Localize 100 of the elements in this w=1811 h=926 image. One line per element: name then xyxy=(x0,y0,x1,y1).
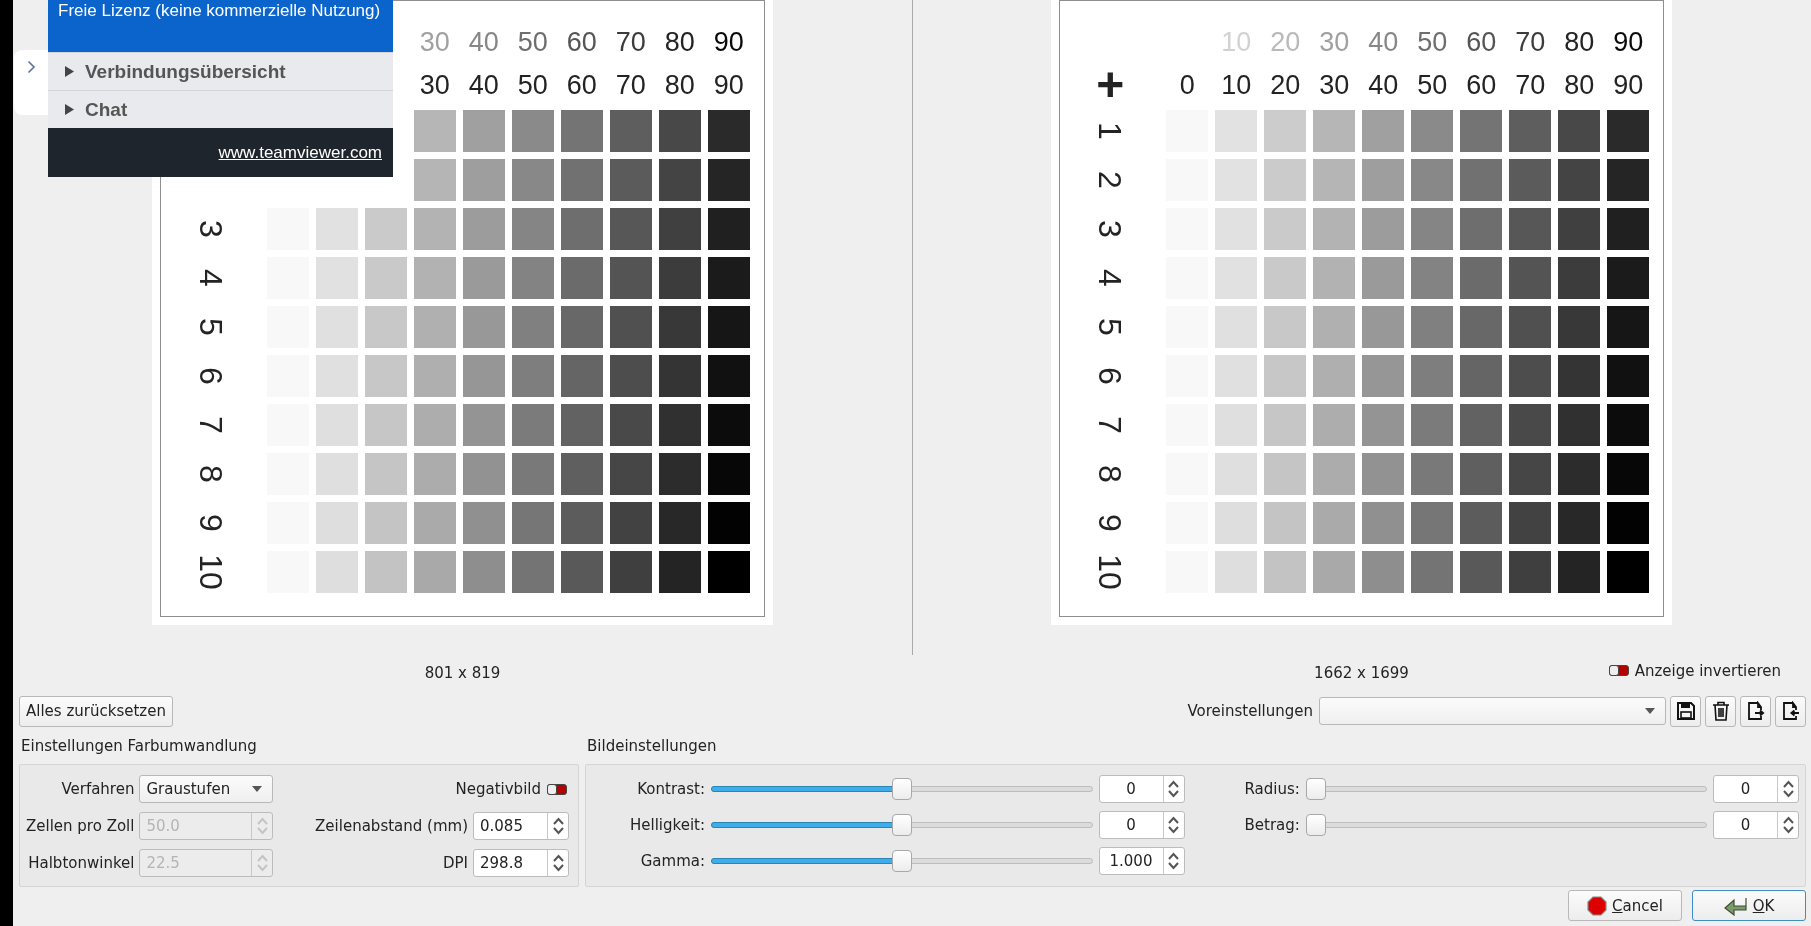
column-label: 30 xyxy=(1319,69,1350,101)
trash-icon xyxy=(1711,701,1730,721)
column-label: 70 xyxy=(615,69,646,101)
toggle-switch[interactable] xyxy=(1608,665,1629,676)
panel-item[interactable]: Chat xyxy=(48,90,393,128)
row-label: 3 xyxy=(1094,220,1127,238)
column-label: 50 xyxy=(517,69,548,101)
column-label: 0 xyxy=(1179,69,1195,101)
column-label: 30 xyxy=(419,69,450,101)
column-label: 40 xyxy=(468,69,499,101)
delete-button[interactable] xyxy=(1705,695,1736,727)
slider-track[interactable] xyxy=(711,777,1093,801)
license-banner: Freie Lizenz (keine kommerzielle Nutzung) xyxy=(48,0,393,52)
method-dropdown[interactable]: Graustufen xyxy=(139,775,274,803)
spin-box[interactable]: 0 xyxy=(1713,775,1799,803)
spin-arrows-icon[interactable] xyxy=(552,854,564,872)
row-label: 7 xyxy=(194,416,227,434)
column-label: 40 xyxy=(1368,26,1399,58)
save-icon xyxy=(1675,701,1696,721)
spin-arrows-icon[interactable] xyxy=(1168,780,1179,798)
column-label: 70 xyxy=(1515,26,1546,58)
export-button[interactable] xyxy=(1740,695,1771,727)
stop-icon xyxy=(1587,895,1608,916)
spin-box[interactable]: 298.8 xyxy=(473,849,569,877)
row-label: 5 xyxy=(194,318,227,336)
spin-arrows-icon[interactable] xyxy=(552,817,564,835)
slider-handle[interactable] xyxy=(891,778,912,800)
row-label: 8 xyxy=(194,465,227,483)
spin-box[interactable]: 0 xyxy=(1713,811,1799,839)
column-label: 60 xyxy=(566,69,597,101)
column-label: 70 xyxy=(1515,69,1546,101)
slider-handle[interactable] xyxy=(1305,814,1326,836)
row-label: 4 xyxy=(194,269,227,287)
spin-arrows-icon[interactable] xyxy=(1782,780,1794,798)
slider-label: Betrag: xyxy=(1244,816,1300,834)
column-label: 50 xyxy=(517,26,548,58)
spin-box[interactable]: 0 xyxy=(1098,775,1185,803)
row-label: 9 xyxy=(194,514,227,532)
panel-item[interactable]: Verbindungsübersicht xyxy=(48,52,393,90)
slider-handle[interactable] xyxy=(891,814,912,836)
column-label: 60 xyxy=(1466,26,1497,58)
slider-label: Helligkeit: xyxy=(630,816,705,834)
field-label: Zeilenabstand (mm) xyxy=(315,817,468,835)
field-label: Zellen pro Zoll xyxy=(26,817,135,835)
toggle-switch[interactable] xyxy=(547,783,567,795)
arrow-icon xyxy=(1723,895,1748,916)
presets-label: Voreinstellungen xyxy=(1187,702,1313,720)
field-label: Verfahren xyxy=(61,780,135,798)
slider-track[interactable] xyxy=(711,849,1093,873)
column-label: 30 xyxy=(419,26,450,58)
ok-button[interactable]: OK xyxy=(1692,890,1806,921)
spin-box[interactable]: 1.000 xyxy=(1098,847,1185,875)
spin-box[interactable]: 0 xyxy=(1098,811,1185,839)
row-label: 4 xyxy=(1094,269,1127,287)
row-label: 9 xyxy=(1094,514,1127,532)
image-dimensions: 801 x 819 xyxy=(424,663,501,682)
column-label: 80 xyxy=(664,26,695,58)
slider-track[interactable] xyxy=(1305,813,1707,837)
slider-track[interactable] xyxy=(711,813,1093,837)
document-arrow-in-icon xyxy=(1780,701,1801,721)
column-label: 90 xyxy=(1613,26,1644,58)
column-label: 20 xyxy=(1270,26,1301,58)
import-button[interactable] xyxy=(1775,695,1806,727)
section-title: Einstellungen Farbumwandlung xyxy=(20,737,258,757)
slider-handle[interactable] xyxy=(1305,778,1326,800)
row-label: 8 xyxy=(1094,465,1127,483)
row-label: 5 xyxy=(1094,318,1127,336)
spin-arrows-icon[interactable] xyxy=(1168,816,1179,834)
column-label: 80 xyxy=(1564,69,1595,101)
column-label: 70 xyxy=(615,26,646,58)
column-label: 90 xyxy=(1613,69,1644,101)
spin-arrows-icon[interactable] xyxy=(1782,816,1794,834)
column-label: 50 xyxy=(1417,26,1448,58)
save-button[interactable] xyxy=(1670,695,1701,727)
column-label: 40 xyxy=(1368,69,1399,101)
document-arrow-out-icon xyxy=(1745,701,1766,721)
row-label: 10 xyxy=(194,554,227,590)
toggle-label: Negativbild xyxy=(455,780,541,798)
panel-item-label[interactable]: Chat xyxy=(85,98,128,121)
column-label: 40 xyxy=(468,26,499,58)
panel-item-label[interactable]: Verbindungsübersicht xyxy=(85,60,286,83)
spin-arrows-icon[interactable] xyxy=(1168,852,1179,870)
cancel-button[interactable]: Cancel xyxy=(1568,890,1682,921)
column-label: 50 xyxy=(1417,69,1448,101)
column-label: 80 xyxy=(664,69,695,101)
row-label: 1 xyxy=(1094,122,1127,140)
section-title: Bildeinstellungen xyxy=(586,737,718,757)
caret-icon xyxy=(1645,708,1655,714)
row-label: 6 xyxy=(1094,367,1127,385)
row-label: 10 xyxy=(1094,554,1127,590)
field-label: Halbtonwinkel xyxy=(28,854,135,872)
column-label: 20 xyxy=(1270,69,1301,101)
reset-button[interactable]: Alles zurücksetzen xyxy=(19,695,173,727)
slider-handle[interactable] xyxy=(891,850,912,872)
slider-label: Gamma: xyxy=(640,852,705,870)
chevron-icon xyxy=(26,60,36,74)
row-label: 6 xyxy=(194,367,227,385)
spin-box[interactable]: 0.085 xyxy=(473,812,569,840)
column-label: 60 xyxy=(1466,69,1497,101)
slider-track[interactable] xyxy=(1305,777,1707,801)
